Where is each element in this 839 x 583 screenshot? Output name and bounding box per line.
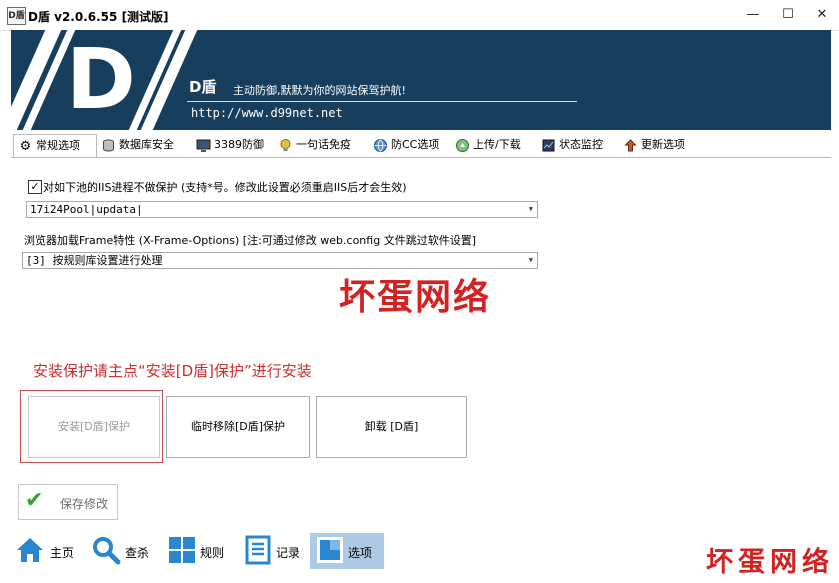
close-button[interactable]: ✕ — [805, 3, 839, 27]
status-icon — [541, 138, 556, 153]
nav-home[interactable]: 主页 — [14, 533, 82, 569]
tab-upload-download[interactable]: 上传/下载 — [451, 134, 537, 157]
app-logo-icon: D盾 — [7, 7, 26, 25]
minimize-button[interactable]: — — [736, 3, 770, 27]
list-icon — [245, 535, 271, 565]
tab-label: 数据库安全 — [119, 138, 174, 151]
frame-options-select[interactable]: [3] 按规则库设置进行处理 ▼ — [22, 252, 538, 269]
gear-icon: ⚙ — [19, 139, 32, 154]
iis-pool-checkbox-label: 对如下池的IIS进程不做保护 (支持*号。修改此设置必须重启IIS后才会生效) — [43, 181, 407, 194]
nav-rules[interactable]: 规则 — [166, 533, 232, 569]
maximize-button[interactable]: ☐ — [771, 3, 805, 27]
nav-label: 规则 — [200, 546, 225, 560]
install-hint: 安装保护请主点“安装[D盾]保护”进行安装 — [33, 362, 312, 380]
tab-general-options[interactable]: ⚙ 常规选项 — [13, 134, 97, 158]
iis-pool-value: 17i24Pool|updata| — [30, 203, 143, 216]
iis-pool-combobox[interactable]: 17i24Pool|updata| ▼ — [26, 201, 538, 218]
nav-label: 记录 — [276, 546, 301, 560]
chevron-down-icon[interactable]: ▼ — [529, 202, 533, 217]
watermark-text: 坏蛋网络 — [339, 276, 492, 318]
remove-protection-button[interactable]: 临时移除[D盾]保护 — [166, 396, 310, 458]
options-icon — [317, 537, 343, 563]
monitor-icon — [196, 138, 211, 153]
corner-watermark: 坏蛋网络 — [706, 547, 834, 578]
uninstall-button[interactable]: 卸载 [D盾] — [316, 396, 467, 458]
magnifier-icon — [93, 537, 121, 565]
tab-label: 更新选项 — [641, 138, 685, 151]
header-banner: D D盾 主动防御,默默为你的网站保驾护航! http://www.d99net… — [11, 30, 831, 130]
tab-label: 3389防御 — [214, 138, 264, 151]
banner-divider — [187, 101, 577, 102]
tab-label: 上传/下载 — [473, 138, 521, 151]
nav-label: 查杀 — [125, 546, 150, 560]
tab-status-monitor[interactable]: 状态监控 — [537, 134, 619, 157]
update-icon — [623, 138, 638, 153]
database-icon — [101, 138, 116, 153]
nav-options[interactable]: 选项 — [310, 533, 384, 569]
save-button[interactable]: ✔ 保存修改 — [18, 484, 118, 520]
tab-label: 防CC选项 — [391, 138, 440, 151]
tab-webshell-immunity[interactable]: 一句话免疫 — [274, 134, 369, 157]
tab-label: 状态监控 — [559, 138, 603, 151]
tab-label: 常规选项 — [36, 139, 80, 152]
chevron-down-icon[interactable]: ▼ — [529, 253, 533, 268]
home-icon — [17, 538, 43, 562]
transfer-icon — [455, 138, 470, 153]
tab-update-options[interactable]: 更新选项 — [619, 134, 703, 157]
settings-tab-strip: ⚙ 常规选项 数据库安全 3389防御 一句话免疫 防CC选项 上传/下载 状态… — [11, 134, 831, 158]
logo-d-mark: D — [66, 30, 136, 128]
website-link[interactable]: http://www.d99net.net — [191, 106, 343, 120]
install-protection-button[interactable]: 安装[D盾]保护 — [28, 396, 160, 458]
nav-label: 选项 — [348, 546, 373, 560]
tab-3389-defense[interactable]: 3389防御 — [192, 134, 274, 157]
globe-icon — [373, 138, 388, 153]
tab-label: 一句话免疫 — [296, 138, 351, 151]
checkmark-icon: ✔ — [25, 488, 44, 513]
save-button-label: 保存修改 — [60, 497, 109, 511]
bulb-icon — [278, 138, 293, 153]
nav-scan[interactable]: 查杀 — [90, 533, 156, 569]
brand-slogan: 主动防御,默默为你的网站保驾护航! — [233, 84, 406, 97]
window-title: D盾 v2.0.6.55 [测试版] — [28, 10, 169, 24]
tab-anti-cc[interactable]: 防CC选项 — [369, 134, 451, 157]
brand-name: D盾 — [189, 78, 217, 96]
nav-records[interactable]: 记录 — [242, 533, 306, 569]
nav-label: 主页 — [50, 546, 75, 560]
tab-database-security[interactable]: 数据库安全 — [97, 134, 192, 157]
grid-icon — [169, 537, 195, 563]
iis-pool-checkbox[interactable]: ✓ — [28, 180, 42, 194]
frame-options-label: 浏览器加载Frame特性 (X-Frame-Options) [注:可通过修改 … — [24, 234, 476, 247]
title-bar: D盾 D盾 v2.0.6.55 [测试版] — ☐ ✕ — [0, 0, 839, 31]
frame-options-value: [3] 按规则库设置进行处理 — [26, 254, 163, 267]
